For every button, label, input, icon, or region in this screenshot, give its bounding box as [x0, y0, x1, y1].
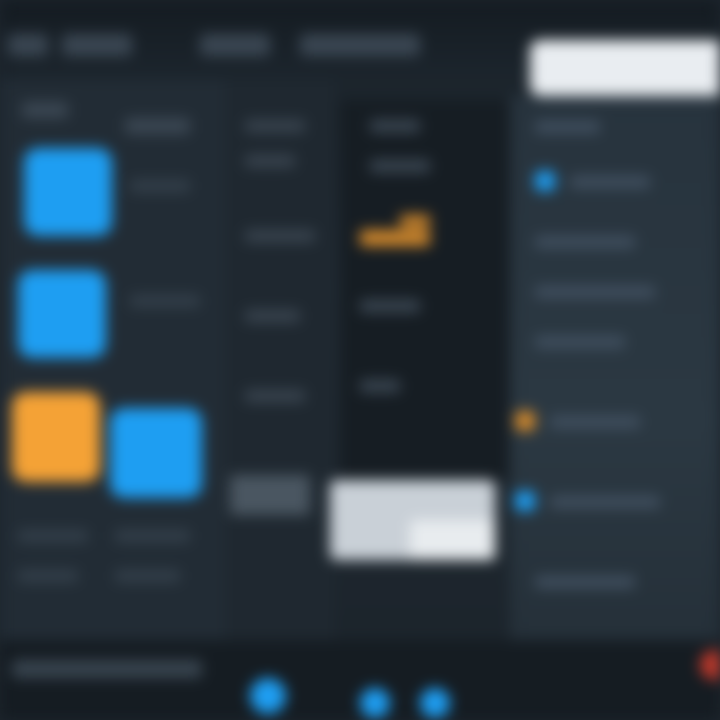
list-item[interactable] [550, 496, 660, 508]
panel-header [535, 121, 600, 133]
status-dot-icon [515, 491, 535, 511]
search-input[interactable] [530, 40, 720, 96]
list-item[interactable] [535, 336, 625, 348]
editor-line [360, 300, 420, 312]
menu-item-1[interactable] [8, 34, 48, 56]
close-icon[interactable] [700, 650, 720, 680]
editor-highlight [400, 215, 430, 227]
left-panel [0, 80, 225, 640]
app-tile-icon[interactable] [110, 408, 202, 498]
tile-caption [115, 530, 190, 542]
list-item[interactable] [245, 155, 295, 167]
list-item[interactable] [535, 236, 635, 248]
menu-item-3[interactable] [200, 34, 270, 56]
list-item[interactable] [230, 475, 310, 515]
list-item[interactable] [535, 576, 635, 588]
list-item[interactable] [535, 286, 655, 298]
editor-panel [340, 100, 510, 480]
editor-line [360, 380, 400, 392]
app-tile-icon[interactable] [18, 270, 106, 358]
tile-caption [18, 570, 78, 582]
app-tile-icon[interactable] [12, 392, 100, 482]
app-screen [0, 0, 720, 720]
taskbar-icon[interactable] [250, 678, 286, 714]
tile-caption [18, 530, 88, 542]
right-panel [510, 96, 720, 641]
middle-panel [225, 80, 335, 640]
list-item[interactable] [245, 120, 305, 132]
column-header [125, 118, 190, 134]
editor-line [370, 120, 420, 132]
status-dot-icon [515, 411, 535, 431]
list-item[interactable] [245, 310, 300, 322]
menu-item-4[interactable] [300, 34, 420, 56]
dialog-button[interactable] [410, 520, 495, 560]
bottom-bar [0, 640, 720, 720]
menu-item-2[interactable] [62, 34, 132, 56]
list-item[interactable] [550, 416, 640, 428]
tile-caption [130, 180, 190, 192]
list-item[interactable] [245, 390, 305, 402]
taskbar-icon[interactable] [360, 688, 390, 718]
list-item[interactable] [570, 176, 650, 188]
status-text [12, 660, 202, 678]
app-tile-icon[interactable] [24, 148, 112, 236]
status-dot-icon [535, 171, 555, 191]
list-item[interactable] [245, 230, 315, 242]
taskbar-icon[interactable] [420, 688, 450, 718]
tile-caption [130, 295, 200, 307]
tile-caption [115, 570, 180, 582]
editor-highlight [360, 230, 430, 246]
column-header [22, 102, 68, 118]
editor-line [370, 160, 430, 172]
